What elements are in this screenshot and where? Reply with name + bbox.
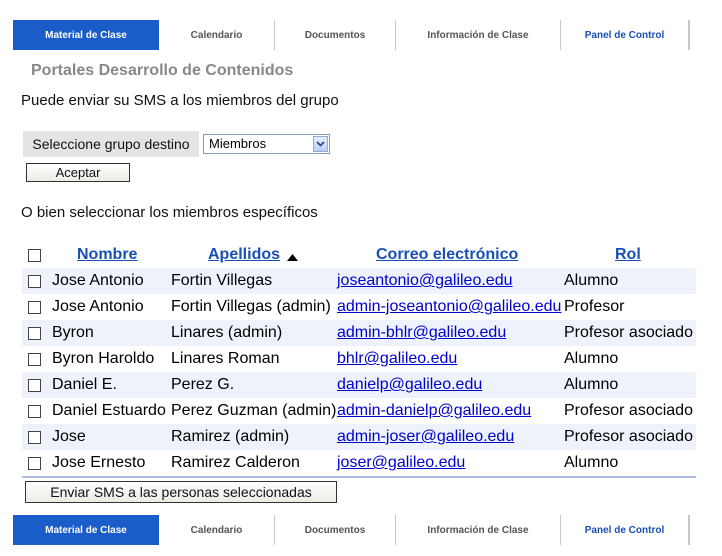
email-link[interactable]: joser@galileo.edu [337,454,465,471]
accept-button[interactable]: Aceptar [26,163,130,182]
cell-rol: Alumno [564,350,619,367]
email-link[interactable]: danielp@galileo.edu [337,376,482,393]
cell-rol: Profesor asociado [564,428,693,445]
cell-apellidos: Linares Roman [171,350,280,367]
cell-correo: admin-joser@galileo.edu [337,428,514,446]
tab-material-de-clase[interactable]: Material de Clase [13,515,159,545]
cell-nombre: Jose Antonio [52,298,144,315]
table-bottom-divider [22,476,696,478]
header-apellidos-label: Apellidos [208,246,281,263]
row-checkbox[interactable] [28,275,41,288]
tab-calendario[interactable]: Calendario [159,20,275,50]
cell-correo: joser@galileo.edu [337,454,465,472]
cell-nombre: Daniel Estuardo [52,402,166,419]
table-row: Jose Antonio Fortin Villegas joseantonio… [22,268,696,294]
table-row: Daniel Estuardo Perez Guzman (admin) adm… [22,398,696,424]
cell-correo: admin-bhlr@galileo.edu [337,324,506,342]
group-select[interactable]: Miembros [203,134,330,154]
email-link[interactable]: admin-danielp@galileo.edu [337,402,531,419]
cell-correo: joseantonio@galileo.edu [337,272,512,290]
row-checkbox[interactable] [28,379,41,392]
tab-panel-de-control[interactable]: Panel de Control [561,20,690,50]
table-row: Jose Ramirez (admin) admin-joser@galileo… [22,424,696,450]
header-rol[interactable]: Rol [615,246,641,264]
cell-apellidos: Ramirez (admin) [171,428,290,445]
page-title: Portales Desarrollo de Contenidos [31,62,294,79]
tab-material-de-clase[interactable]: Material de Clase [13,20,159,50]
table-row: Jose Antonio Fortin Villegas (admin) adm… [22,294,696,320]
bottom-nav: Material de Clase Calendario Documentos … [13,515,690,545]
header-nombre[interactable]: Nombre [77,246,137,264]
select-all-checkbox[interactable] [28,249,41,262]
table-row: Daniel E. Perez G. danielp@galileo.edu A… [22,372,696,398]
row-checkbox[interactable] [28,327,41,340]
cell-apellidos: Perez Guzman (admin) [171,402,337,419]
tab-panel-de-control[interactable]: Panel de Control [561,515,690,545]
tab-documentos[interactable]: Documentos [275,20,396,50]
group-select-value: Miembros [209,136,267,151]
cell-correo: admin-danielp@galileo.edu [337,402,531,420]
tab-calendario[interactable]: Calendario [159,515,275,545]
header-apellidos[interactable]: Apellidos [208,246,280,264]
row-checkbox[interactable] [28,457,41,470]
cell-apellidos: Fortin Villegas [171,272,273,289]
header-correo[interactable]: Correo electrónico [376,246,518,264]
or-select-text: O bien seleccionar los miembros específi… [21,204,318,221]
group-select-label: Seleccione grupo destino [23,131,199,157]
cell-nombre: Byron Haroldo [52,350,155,367]
cell-apellidos: Linares (admin) [171,324,283,341]
cell-nombre: Jose [52,428,86,445]
tab-informacion-de-clase[interactable]: Información de Clase [396,20,561,50]
cell-nombre: Byron [52,324,94,341]
table-header: Nombre Apellidos Correo electrónico Rol [22,242,696,268]
row-checkbox[interactable] [28,405,41,418]
cell-rol: Profesor [564,298,625,315]
cell-nombre: Daniel E. [52,376,117,393]
row-checkbox[interactable] [28,353,41,366]
members-table: Nombre Apellidos Correo electrónico Rol … [22,242,696,478]
send-sms-button[interactable]: Enviar SMS a las personas seleccionadas [25,481,337,503]
email-link[interactable]: admin-joser@galileo.edu [337,428,514,445]
email-link[interactable]: admin-joseantonio@galileo.edu [337,298,561,315]
table-row: Jose Ernesto Ramirez Calderon joser@gali… [22,450,696,476]
intro-text: Puede enviar su SMS a los miembros del g… [21,92,339,109]
sort-ascending-icon[interactable] [287,248,298,266]
tab-informacion-de-clase[interactable]: Información de Clase [396,515,561,545]
top-nav: Material de Clase Calendario Documentos … [13,20,690,50]
row-checkbox[interactable] [28,431,41,444]
cell-correo: bhlr@galileo.edu [337,350,457,368]
table-row: Byron Linares (admin) admin-bhlr@galileo… [22,320,696,346]
email-link[interactable]: admin-bhlr@galileo.edu [337,324,506,341]
cell-nombre: Jose Antonio [52,272,144,289]
tab-documentos[interactable]: Documentos [275,515,396,545]
cell-correo: admin-joseantonio@galileo.edu [337,298,561,316]
cell-apellidos: Ramirez Calderon [171,454,300,471]
cell-apellidos: Perez G. [171,376,235,393]
cell-rol: Alumno [564,272,619,289]
cell-nombre: Jose Ernesto [52,454,146,471]
cell-apellidos: Fortin Villegas (admin) [171,298,331,315]
cell-rol: Alumno [564,376,619,393]
cell-rol: Profesor asociado [564,324,693,341]
table-row: Byron Haroldo Linares Roman bhlr@galileo… [22,346,696,372]
email-link[interactable]: bhlr@galileo.edu [337,350,457,367]
chevron-down-icon[interactable] [313,136,328,152]
cell-rol: Profesor asociado [564,402,693,419]
cell-correo: danielp@galileo.edu [337,376,482,394]
cell-rol: Alumno [564,454,619,471]
email-link[interactable]: joseantonio@galileo.edu [337,272,512,289]
row-checkbox[interactable] [28,301,41,314]
